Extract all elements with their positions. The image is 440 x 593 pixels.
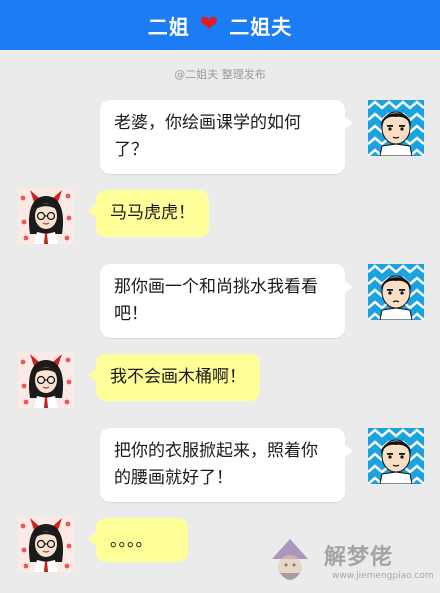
husband-avatar	[368, 428, 424, 484]
watermark-text: 解梦佬	[324, 545, 394, 570]
credit-line: @二姐夫 整理发布	[174, 68, 266, 81]
header-name-right: 二姐夫	[229, 14, 293, 39]
heart-icon: ❤	[199, 12, 220, 37]
message-bubble-husband: 把你的衣服掀起来，照着你的腰画就好了！	[100, 428, 353, 502]
wife-avatar	[18, 352, 74, 408]
chat-header: 二姐 ❤ 二姐夫	[0, 0, 440, 50]
wife-avatar	[18, 516, 74, 572]
watermark-url: www.jiemengpiao.com	[332, 571, 434, 581]
husband-avatar	[368, 100, 424, 156]
message-bubble-husband: 老婆，你绘画课学的如何了？	[100, 100, 353, 174]
watermark-logo-icon	[272, 539, 308, 580]
header-name-left: 二姐	[147, 14, 190, 39]
message-bubble-wife: 我不会画木桶啊！	[88, 354, 260, 401]
watermark: 解梦佬 www.jiemengpiao.com	[262, 533, 434, 591]
message-bubble-wife: 马马虎虎！	[88, 190, 209, 237]
message-bubble-wife: 。。。。	[88, 518, 188, 562]
husband-avatar	[368, 264, 424, 320]
wife-avatar	[18, 188, 74, 244]
message-bubble-husband: 那你画一个和尚挑水我看看吧！	[100, 264, 353, 338]
